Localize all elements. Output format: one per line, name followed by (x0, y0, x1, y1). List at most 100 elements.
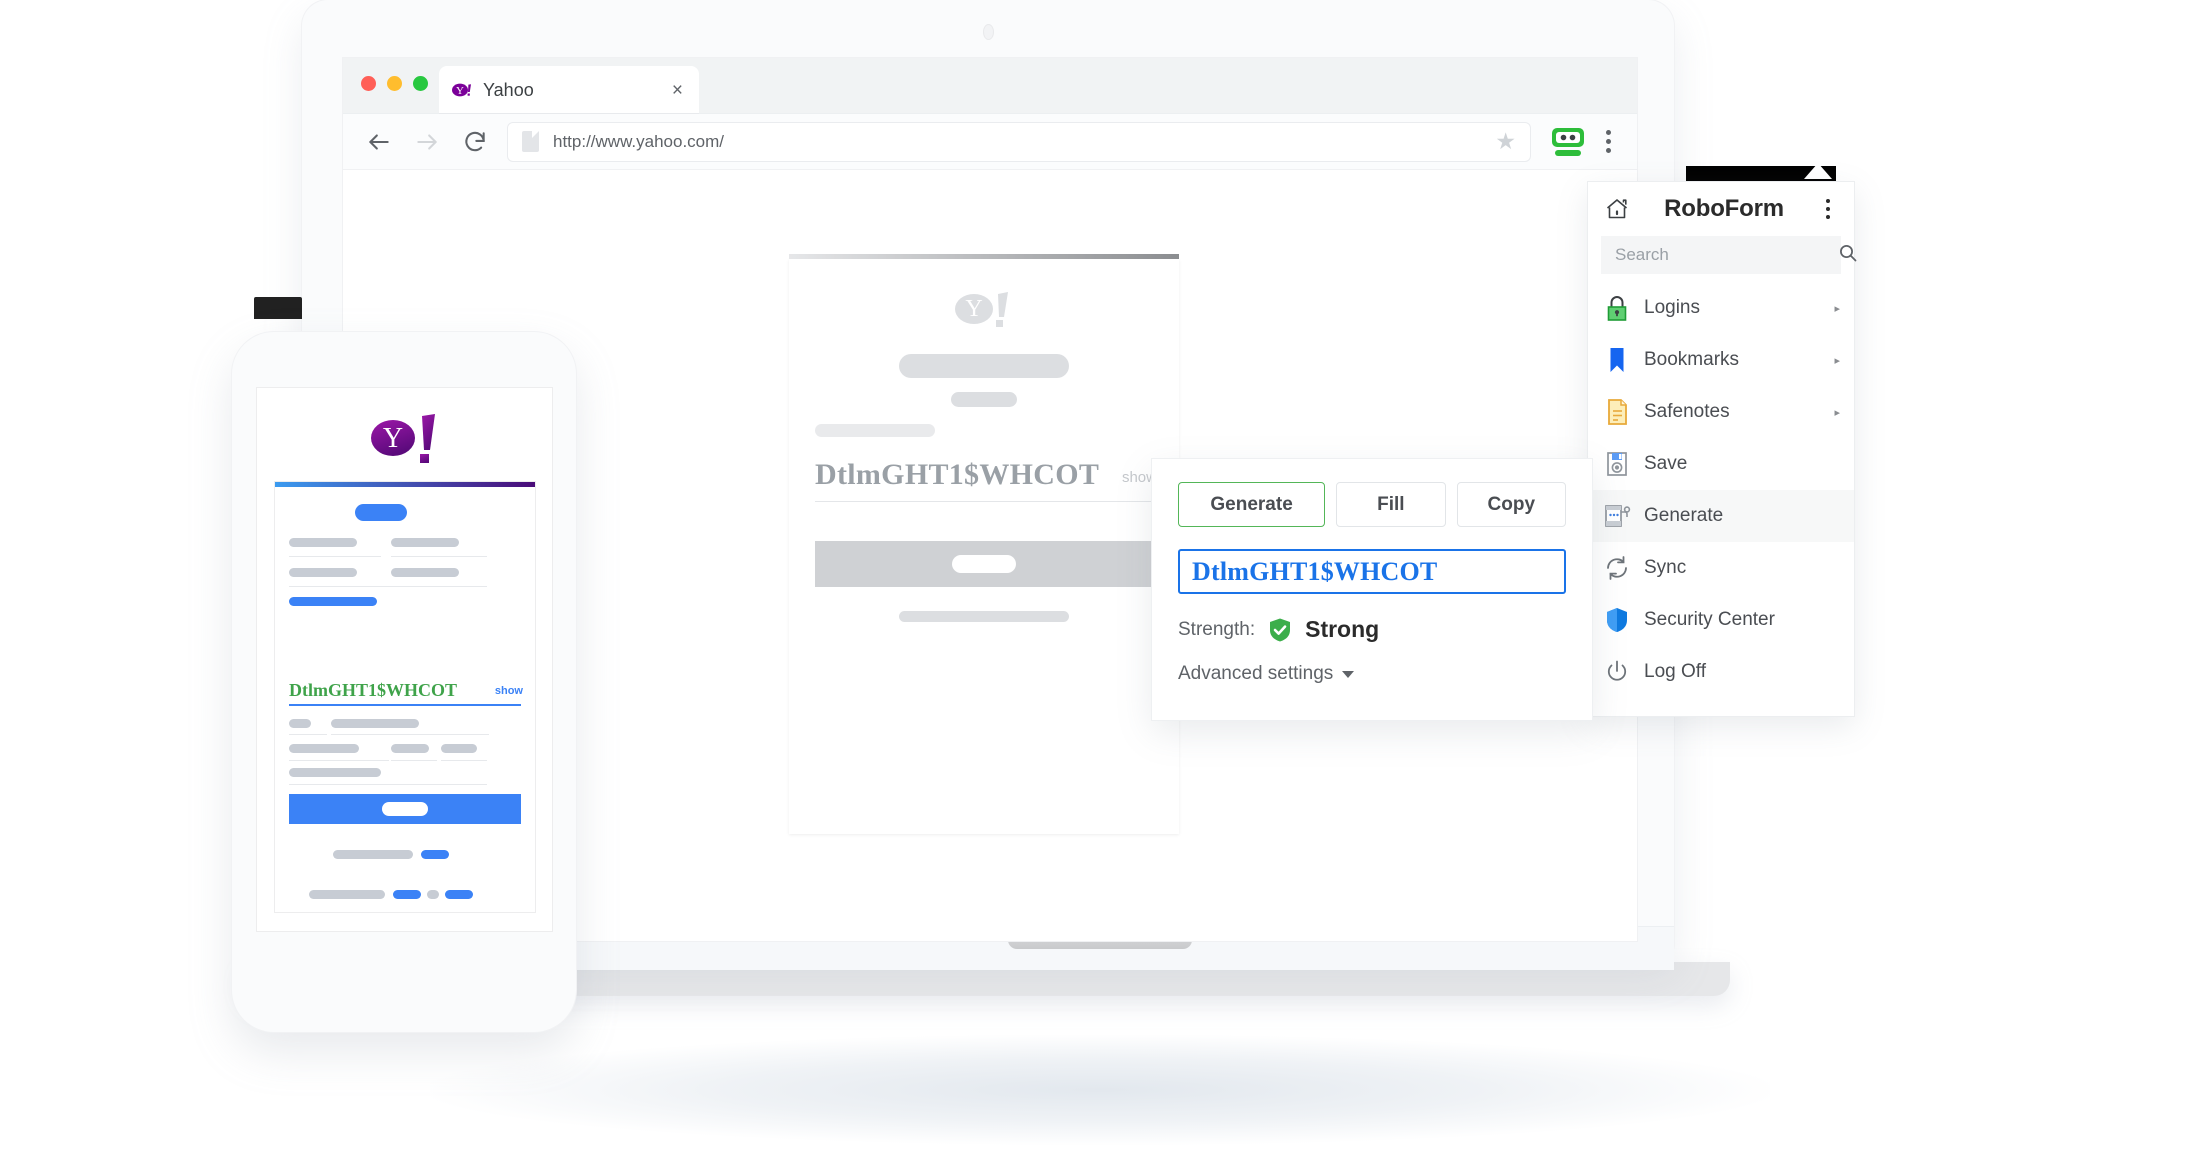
password-strength-row: Strength: Strong (1178, 616, 1566, 643)
shield-check-icon (1267, 617, 1293, 643)
phone-password-label (289, 597, 377, 606)
phone-field-line-5 (331, 734, 489, 735)
menu-item-save[interactable]: Save (1588, 438, 1854, 490)
menu-item-log-off[interactable]: Log Off (1588, 646, 1854, 698)
yahoo-login-card: Y DtlmGHT1$WHCOT show (789, 254, 1179, 834)
menu-item-label: Sync (1644, 557, 1687, 578)
generated-password-text: DtlmGHT1$WHCOT (1192, 556, 1438, 586)
menu-item-generate[interactable]: Generate (1588, 490, 1854, 542)
reload-button[interactable] (455, 122, 495, 162)
lock-icon (1602, 293, 1632, 323)
phone-field-line-1 (289, 556, 381, 557)
phone-field-label-10 (289, 768, 381, 777)
menu-item-label: Log Off (1644, 661, 1706, 682)
chevron-right-icon: ▸ (1834, 302, 1840, 315)
phone-field-label-7 (289, 744, 359, 753)
headline-placeholder (899, 354, 1069, 378)
phone-footer-link-1[interactable] (421, 850, 449, 859)
chevron-down-icon (1342, 670, 1355, 678)
phone-field-label-8 (391, 744, 429, 753)
phone-field-line-9 (289, 784, 487, 785)
phone-top-tab (254, 297, 302, 319)
power-icon (1602, 657, 1632, 687)
maximize-window-button[interactable] (413, 76, 428, 91)
menu-item-security-center[interactable]: Security Center (1588, 594, 1854, 646)
tab-close-icon[interactable]: × (668, 79, 687, 102)
field-label-placeholder (815, 424, 935, 437)
phone-submit-button[interactable] (289, 794, 521, 824)
phone-field-label-1 (289, 538, 357, 547)
forward-button[interactable] (407, 122, 447, 162)
bookmark-star-icon[interactable]: ★ (1495, 130, 1516, 153)
menu-item-safenotes[interactable]: Safenotes ▸ (1588, 386, 1854, 438)
phone-field-line-4 (289, 734, 327, 735)
svg-text:Y: Y (382, 423, 402, 454)
tab-title: Yahoo (483, 79, 534, 100)
phone-primary-pill (355, 504, 407, 521)
phone-show-password-link[interactable]: show (495, 685, 523, 697)
search-icon[interactable] (1838, 243, 1858, 268)
menu-item-label: Safenotes (1644, 401, 1730, 422)
menu-item-logins[interactable]: Logins ▸ (1588, 282, 1854, 334)
copy-button[interactable]: Copy (1456, 482, 1566, 527)
strength-value: Strong (1305, 616, 1380, 642)
sync-icon (1602, 553, 1632, 583)
phone-field-line-3 (289, 586, 487, 587)
popup-arrow (1804, 163, 1832, 179)
advanced-settings-toggle[interactable]: Advanced settings (1178, 663, 1566, 685)
menu-item-label: Logins (1644, 297, 1700, 318)
phone-password-underline (289, 704, 521, 706)
menu-item-label: Bookmarks (1644, 349, 1740, 370)
phone-footer-link-2[interactable] (393, 890, 421, 899)
phone-footer-link-3[interactable] (445, 890, 473, 899)
close-window-button[interactable] (361, 76, 376, 91)
url-text: http://www.yahoo.com/ (553, 131, 725, 151)
roboform-extension-icon[interactable] (1549, 126, 1587, 158)
strength-label: Strength: (1178, 618, 1256, 640)
phone-field-line-8 (441, 760, 487, 761)
yahoo-logo: Y (365, 412, 445, 468)
phone-card-accent-bar (275, 482, 535, 487)
menu-item-sync[interactable]: Sync (1588, 542, 1854, 594)
generated-password-field[interactable]: DtlmGHT1$WHCOT (1178, 549, 1566, 594)
phone-field-line-2 (391, 556, 487, 557)
browser-tab-bar: Y Yahoo × (343, 58, 1637, 114)
back-button[interactable] (359, 122, 399, 162)
yahoo-logo-placeholder: Y (946, 289, 1022, 329)
menu-item-bookmarks[interactable]: Bookmarks ▸ (1588, 334, 1854, 386)
minimize-window-button[interactable] (387, 76, 402, 91)
menu-item-label: Generate (1644, 505, 1724, 526)
home-icon[interactable] (1604, 197, 1630, 221)
subline-placeholder (951, 392, 1017, 407)
fill-button[interactable]: Fill (1336, 482, 1446, 527)
kebab-menu-icon[interactable] (1818, 199, 1838, 219)
phone-field-label-3 (289, 568, 357, 577)
window-controls[interactable] (361, 76, 428, 91)
page-password-text: DtlmGHT1$WHCOT (815, 458, 1100, 491)
browser-tab[interactable]: Y Yahoo × (439, 66, 699, 114)
ground-shadow (430, 1035, 1770, 1145)
bookmark-icon (1602, 345, 1632, 375)
phone-screen: Y DtlmGHT1$WHCOT show (257, 388, 552, 931)
password-generator-icon (1602, 501, 1632, 531)
address-bar[interactable]: http://www.yahoo.com/ ★ (507, 121, 1531, 162)
phone-field-label-6 (331, 719, 419, 728)
screenshot-root: Y Yahoo × http://www.yahoo.com/ ★ Y Dtlm… (0, 0, 2200, 1149)
search-input[interactable] (1613, 244, 1838, 266)
phone-field-label-4 (391, 568, 459, 577)
page-info-icon (522, 131, 539, 152)
chevron-right-icon: ▸ (1834, 354, 1840, 367)
advanced-settings-label: Advanced settings (1178, 663, 1334, 684)
generate-button[interactable]: Generate (1178, 482, 1326, 527)
phone-footer-dot (427, 890, 439, 899)
chrome-menu-icon[interactable] (1595, 130, 1621, 153)
search-box[interactable] (1601, 236, 1857, 274)
footer-placeholder (899, 611, 1069, 622)
shield-icon (1602, 605, 1632, 635)
roboform-popup: RoboForm Logi (1588, 182, 1857, 716)
phone-password-text: DtlmGHT1$WHCOT (289, 680, 458, 700)
yahoo-favicon: Y (451, 79, 473, 101)
page-submit-button[interactable] (815, 541, 1153, 587)
chevron-right-icon: ▸ (1834, 406, 1840, 419)
phone-field-label-9 (441, 744, 477, 753)
